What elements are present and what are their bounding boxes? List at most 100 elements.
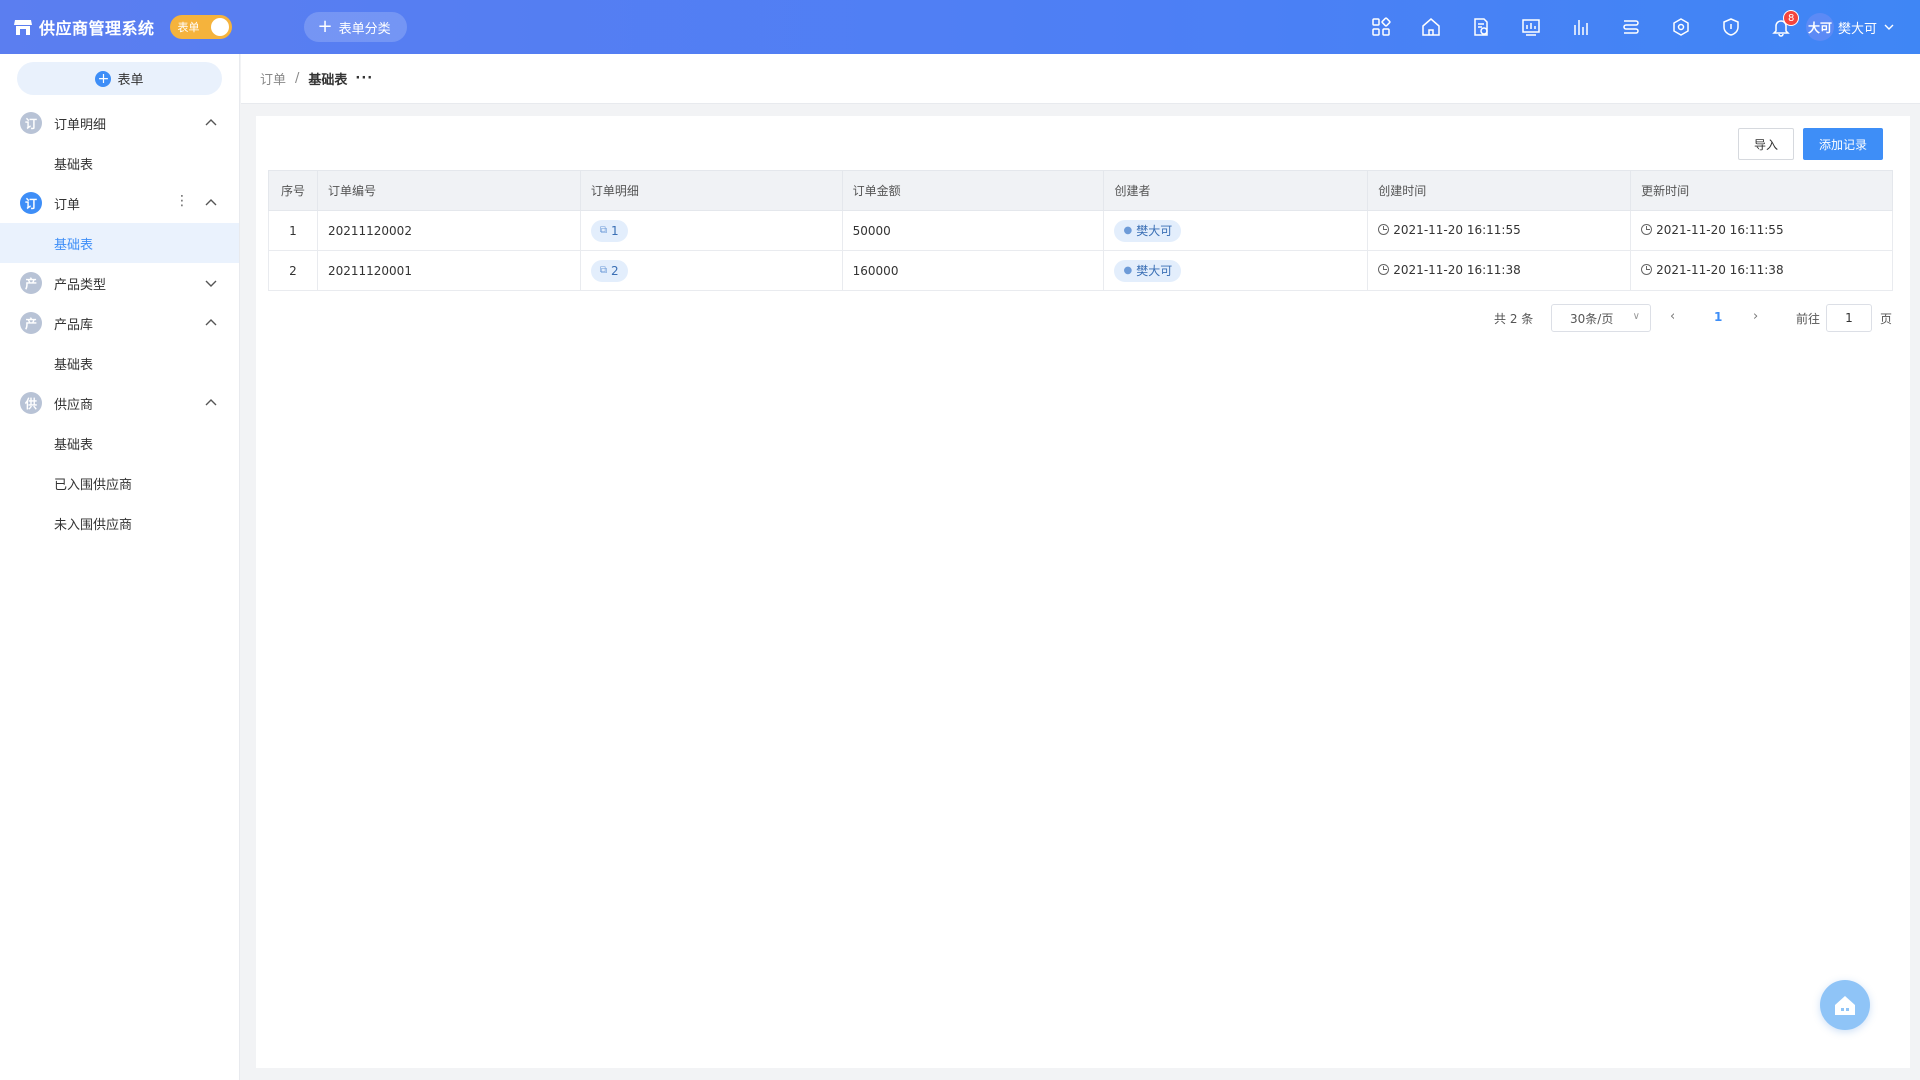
breadcrumb: 订单 / 基础表 ··· [241, 54, 1920, 104]
sidebar-item-basic-table[interactable]: 基础表 [0, 423, 239, 463]
updated-time: 2021-11-20 16:11:38 [1656, 262, 1784, 277]
cell-updated-time: 2021-11-20 16:11:55 [1630, 210, 1893, 251]
cell-updated-time: 2021-11-20 16:11:38 [1630, 250, 1893, 291]
column-header[interactable]: 创建时间 [1367, 170, 1632, 211]
chart-icon[interactable] [1506, 0, 1556, 54]
clock-icon [1378, 224, 1390, 236]
table-row[interactable]: 1 20211120002 ⧉ 1 50000 ● 樊大可 2021-11-20 1… [268, 210, 1893, 251]
column-header[interactable]: 更新时间 [1630, 170, 1893, 211]
cell-created-time: 2021-11-20 16:11:38 [1367, 250, 1632, 291]
detail-link-pill[interactable]: ⧉ 2 [590, 259, 628, 282]
table-row[interactable]: 2 20211120001 ⧉ 2 160000 ● 樊大可 2021-11-20 … [268, 250, 1893, 291]
clock-icon [1378, 264, 1390, 276]
next-page-icon[interactable]: › [1753, 309, 1758, 324]
new-form-button[interactable]: + 表单 [17, 62, 222, 95]
cell-amount[interactable]: 50000 [841, 210, 1105, 251]
chevron-up-icon[interactable] [203, 315, 219, 331]
sidebar-group-product-library[interactable]: 产 产品库 [0, 303, 239, 343]
sidebar-group-product-type[interactable]: 产 产品类型 [0, 263, 239, 303]
form-category-button[interactable]: + 表单分类 [303, 12, 407, 42]
chevron-down-icon[interactable] [203, 275, 219, 291]
group-label: 供应商 [54, 397, 94, 413]
list-icon[interactable] [1606, 0, 1656, 54]
group-label: 产品库 [54, 317, 94, 333]
add-record-button[interactable]: 添加记录 [1803, 128, 1883, 160]
table-header-row: 序号 订单编号 订单明细 订单金额 创建者 创建时间 更新时间 [268, 170, 1893, 211]
cell-created-time: 2021-11-20 16:11:55 [1367, 210, 1632, 251]
sidebar-item-not-shortlisted-suppliers[interactable]: 未入围供应商 [0, 503, 239, 543]
form-mode-toggle[interactable]: 表单 [169, 15, 232, 39]
top-header: 供应商管理系统 表单 + 表单分类 8 大可 樊大可 [0, 0, 1920, 54]
document-icon[interactable] [1456, 0, 1506, 54]
cell-order-no[interactable]: 20211120002 [316, 210, 581, 251]
creator-pill: ● 樊大可 [1114, 259, 1182, 282]
detail-link-pill[interactable]: ⧉ 1 [590, 219, 628, 242]
brand[interactable]: 供应商管理系统 [13, 15, 155, 39]
pagination-total: 共 2 条 [1494, 312, 1534, 326]
house-icon [1835, 996, 1855, 1015]
clock-icon [1641, 264, 1653, 276]
creator-pill: ● 樊大可 [1114, 219, 1182, 242]
creator-name: 樊大可 [1136, 264, 1173, 278]
sidebar-item-basic-table[interactable]: 基础表 [0, 343, 239, 383]
group-icon: 产 [20, 312, 42, 334]
sidebar: + 表单 订 订单明细 基础表 订 订单 ⋮ 基础表 产 产品类型 产 产品库 [0, 54, 240, 1080]
sidebar-group-order[interactable]: 订 订单 ⋮ [0, 183, 239, 223]
user-menu[interactable]: 大可 樊大可 [1806, 13, 1895, 41]
network-icon[interactable] [1656, 0, 1706, 54]
column-header[interactable]: 创建者 [1103, 170, 1369, 211]
cell-index: 1 [268, 210, 318, 251]
home-icon[interactable] [1406, 0, 1456, 54]
more-vertical-icon[interactable]: ⋮ [175, 194, 189, 208]
column-header[interactable]: 订单金额 [841, 170, 1105, 211]
cell-order-no[interactable]: 20211120001 [316, 250, 581, 291]
cell-amount[interactable]: 160000 [841, 250, 1105, 291]
sidebar-group-supplier[interactable]: 供 供应商 [0, 383, 239, 423]
created-time: 2021-11-20 16:11:55 [1393, 222, 1521, 237]
page-number-current[interactable]: 1 [1714, 310, 1722, 324]
page-suffix: 页 [1880, 312, 1893, 326]
chevron-up-icon[interactable] [203, 195, 219, 211]
column-header[interactable]: 序号 [268, 170, 318, 211]
new-form-label: 表单 [117, 73, 144, 88]
page-size-select[interactable]: 30条/页 ∨ [1551, 304, 1651, 332]
user-name: 樊大可 [1838, 21, 1878, 37]
updated-time: 2021-11-20 16:11:55 [1656, 222, 1784, 237]
content-panel: 导入 添加记录 序号 订单编号 订单明细 订单金额 创建者 创建时间 更新时间 … [256, 116, 1910, 1068]
apps-icon[interactable] [1356, 0, 1406, 54]
detail-count: 2 [610, 263, 619, 278]
group-icon: 订 [20, 112, 42, 134]
bar-chart-icon[interactable] [1556, 0, 1606, 54]
floating-home-button[interactable] [1820, 980, 1870, 1030]
toggle-knob [210, 18, 229, 36]
chevron-up-icon[interactable] [203, 115, 219, 131]
group-icon: 订 [20, 192, 42, 214]
import-button[interactable]: 导入 [1738, 128, 1794, 160]
breadcrumb-parent[interactable]: 订单 [260, 69, 286, 88]
column-header[interactable]: 订单编号 [316, 170, 581, 211]
column-header[interactable]: 订单明细 [579, 170, 843, 211]
clock-icon [1641, 224, 1653, 236]
page-size-value: 30条/页 [1570, 311, 1614, 326]
group-label: 订单明细 [54, 117, 107, 133]
pagination: 共 2 条 30条/页 ∨ ‹ 1 › 前往 1 页 [256, 304, 1910, 332]
sidebar-item-basic-table[interactable]: 基础表 [0, 223, 239, 263]
form-category-label: 表单分类 [338, 21, 391, 37]
prev-page-icon[interactable]: ‹ [1670, 309, 1675, 324]
shield-icon[interactable] [1706, 0, 1756, 54]
sidebar-item-basic-table[interactable]: 基础表 [0, 143, 239, 183]
goto-page-input[interactable]: 1 [1826, 304, 1872, 332]
bell-icon[interactable]: 8 [1756, 0, 1806, 54]
app-title: 供应商管理系统 [39, 19, 155, 38]
cell-order-detail: ⧉ 2 [579, 250, 843, 291]
cell-index: 2 [268, 250, 318, 291]
cell-creator: ● 樊大可 [1103, 210, 1369, 251]
link-icon: ⧉ [599, 265, 607, 276]
sidebar-item-shortlisted-suppliers[interactable]: 已入围供应商 [0, 463, 239, 503]
cell-creator: ● 樊大可 [1103, 250, 1369, 291]
cell-order-detail: ⧉ 1 [579, 210, 843, 251]
chevron-up-icon[interactable] [203, 395, 219, 411]
breadcrumb-separator: / [295, 71, 300, 86]
more-options-icon[interactable]: ··· [355, 71, 373, 86]
sidebar-group-order-detail[interactable]: 订 订单明细 [0, 103, 239, 143]
